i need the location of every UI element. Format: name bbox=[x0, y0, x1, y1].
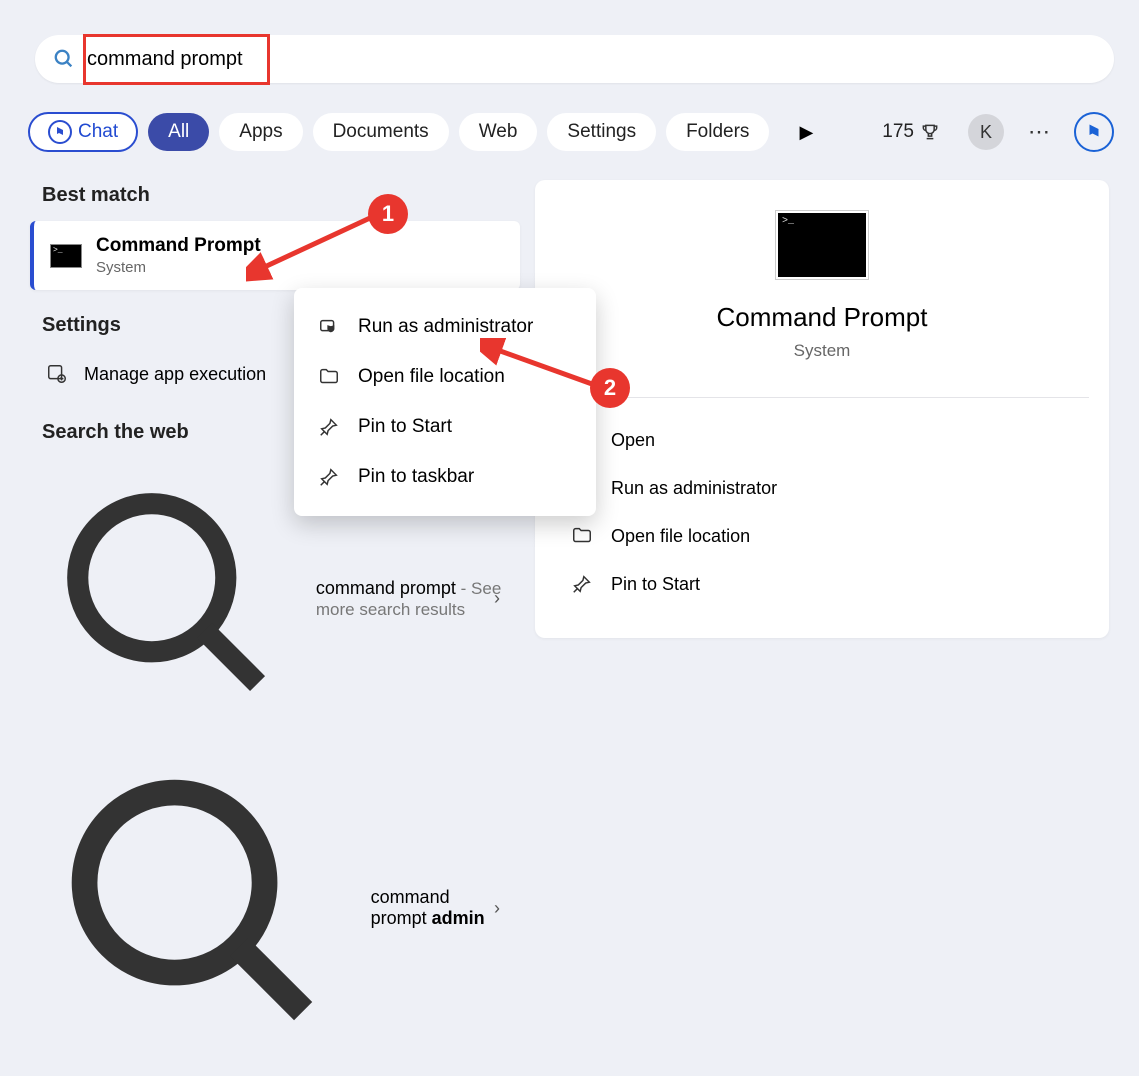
context-menu: Run as administrator Open file location … bbox=[294, 288, 596, 516]
best-match-subtitle: System bbox=[96, 259, 261, 276]
action-label: Run as administrator bbox=[611, 478, 777, 499]
chevron-right-icon: › bbox=[494, 588, 500, 609]
search-bar[interactable] bbox=[35, 35, 1114, 83]
user-avatar[interactable]: K bbox=[968, 114, 1004, 150]
best-match-result[interactable]: Command Prompt System bbox=[30, 221, 520, 290]
details-subtitle: System bbox=[565, 341, 1079, 361]
context-item-label: Pin to Start bbox=[358, 416, 452, 438]
filter-settings[interactable]: Settings bbox=[547, 113, 656, 151]
search-icon bbox=[46, 472, 300, 726]
context-pin-start[interactable]: Pin to Start bbox=[302, 402, 588, 452]
rewards-points[interactable]: 175 bbox=[882, 121, 940, 143]
points-count: 175 bbox=[882, 121, 914, 143]
action-label: Open file location bbox=[611, 526, 750, 547]
action-label: Pin to Start bbox=[611, 574, 700, 595]
bing-icon[interactable] bbox=[1074, 112, 1114, 152]
web-result-text: command prompt admin bbox=[371, 887, 504, 929]
web-result-text: command prompt - See more search results bbox=[316, 578, 504, 620]
action-pin-start[interactable]: Pin to Start bbox=[565, 560, 1079, 608]
context-run-admin[interactable]: Run as administrator bbox=[302, 302, 588, 352]
context-pin-taskbar[interactable]: Pin to taskbar bbox=[302, 452, 588, 502]
filter-web[interactable]: Web bbox=[459, 113, 538, 151]
app-preview-icon bbox=[775, 210, 869, 280]
bing-chat-icon bbox=[48, 120, 72, 144]
filter-apps[interactable]: Apps bbox=[219, 113, 302, 151]
section-best-match: Best match bbox=[42, 184, 520, 207]
search-icon bbox=[53, 48, 75, 70]
shield-icon bbox=[318, 316, 340, 338]
action-open-location[interactable]: Open file location bbox=[565, 512, 1079, 560]
folder-icon bbox=[571, 525, 593, 547]
filter-documents[interactable]: Documents bbox=[313, 113, 449, 151]
trophy-icon bbox=[920, 122, 940, 142]
chevron-right-icon: › bbox=[494, 898, 500, 919]
action-open[interactable]: Open bbox=[565, 416, 1079, 464]
divider bbox=[555, 397, 1089, 398]
context-open-location[interactable]: Open file location bbox=[302, 352, 588, 402]
search-icon bbox=[46, 754, 355, 1063]
more-menu-icon[interactable]: ⋯ bbox=[1028, 119, 1050, 145]
search-input[interactable] bbox=[87, 48, 1096, 71]
annotation-callout-2: 2 bbox=[590, 368, 630, 408]
action-run-admin[interactable]: Run as administrator bbox=[565, 464, 1079, 512]
more-filters-icon[interactable]: ▶ bbox=[799, 122, 813, 143]
filter-all[interactable]: All bbox=[148, 113, 209, 151]
context-item-label: Open file location bbox=[358, 366, 505, 388]
action-label: Open bbox=[611, 430, 655, 451]
folder-icon bbox=[318, 366, 340, 388]
pin-icon bbox=[571, 573, 593, 595]
details-panel: Command Prompt System Open Run as admini… bbox=[535, 180, 1109, 638]
context-item-label: Run as administrator bbox=[358, 316, 533, 338]
command-prompt-icon bbox=[50, 244, 82, 268]
chat-filter-label: Chat bbox=[78, 121, 118, 143]
chat-filter[interactable]: Chat bbox=[28, 112, 138, 152]
pin-icon bbox=[318, 466, 340, 488]
app-execution-icon bbox=[46, 363, 68, 385]
annotation-callout-1: 1 bbox=[368, 194, 408, 234]
filter-folders[interactable]: Folders bbox=[666, 113, 769, 151]
best-match-title: Command Prompt bbox=[96, 235, 261, 257]
settings-result-label: Manage app execution bbox=[84, 364, 266, 385]
filter-row: Chat All Apps Documents Web Settings Fol… bbox=[28, 108, 1114, 156]
web-result-2[interactable]: command prompt admin › bbox=[30, 740, 520, 1076]
details-title: Command Prompt bbox=[565, 302, 1079, 333]
pin-icon bbox=[318, 416, 340, 438]
context-item-label: Pin to taskbar bbox=[358, 466, 474, 488]
